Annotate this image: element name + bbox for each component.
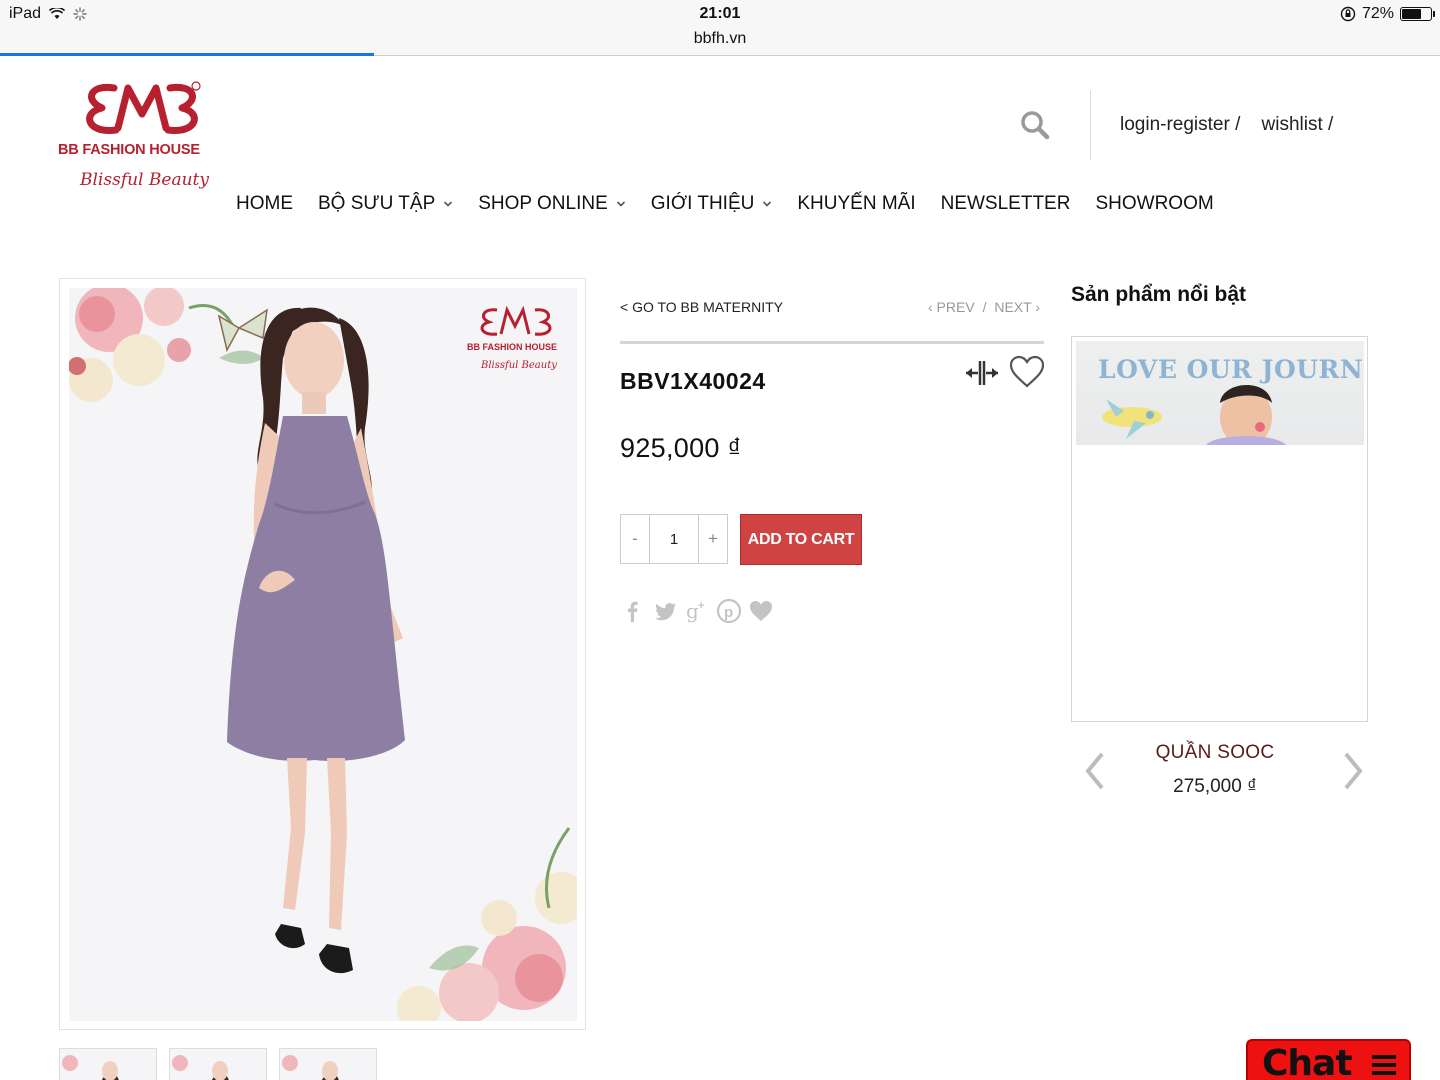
nav-item-label: BỘ SƯU TẬP <box>318 193 436 214</box>
svg-text:BB FASHION HOUSE: BB FASHION HOUSE <box>467 342 557 352</box>
compare-icon[interactable] <box>964 357 1000 389</box>
nav-item-label: SHOWROOM <box>1095 193 1214 214</box>
login-register-link[interactable]: login-register / <box>1120 114 1240 135</box>
nav-item-label: KHUYẾN MÃI <box>797 193 916 214</box>
nav-item[interactable]: SHOP ONLINE <box>478 193 626 215</box>
banner-illustration <box>1102 384 1286 445</box>
product-thumbnail[interactable] <box>279 1048 377 1080</box>
browser-url-bar[interactable]: bbfh.vn <box>0 28 1440 56</box>
svg-text:p: p <box>724 604 733 621</box>
nav-item[interactable]: NEWSLETTER <box>941 193 1071 215</box>
nav-item-label: HOME <box>236 193 293 214</box>
social-share-bar: g + p <box>620 598 774 624</box>
bb-monogram-icon <box>86 81 201 134</box>
quantity-increase-button[interactable]: + <box>699 515 727 563</box>
floral-decoration-bottom <box>397 827 577 1021</box>
svg-text:+: + <box>698 600 704 612</box>
toy-airplane <box>1102 399 1162 439</box>
ios-status-bar: iPad 21:01 72% <box>0 0 1440 28</box>
wishlist-link[interactable]: wishlist / <box>1262 114 1334 135</box>
quantity-input[interactable] <box>649 515 699 563</box>
heart-icon[interactable] <box>748 598 774 624</box>
nav-item[interactable]: BỘ SƯU TẬP <box>318 193 453 215</box>
product-thumbnail[interactable] <box>169 1048 267 1080</box>
twitter-icon[interactable] <box>652 598 678 624</box>
product-sku-title: BBV1X40024 <box>620 368 766 394</box>
battery-icon <box>1400 7 1435 21</box>
page-load-progress <box>0 53 375 56</box>
hamburger-menu-icon <box>1372 1055 1396 1075</box>
featured-product-card[interactable]: LOVE OUR JOURNEY <box>1071 336 1368 722</box>
nav-item[interactable]: SHOWROOM <box>1095 193 1213 215</box>
product-main-image[interactable]: BB FASHION HOUSE Blissful Beauty <box>59 278 586 1030</box>
status-right: 72% <box>1340 5 1435 23</box>
product-price: 925,000 ₫ <box>620 433 742 463</box>
status-time: 21:01 <box>699 5 741 22</box>
chevron-down-icon <box>616 201 625 207</box>
prev-next-separator: / <box>982 299 987 315</box>
heart-outline-icon[interactable] <box>1009 355 1045 389</box>
chat-widget-button[interactable]: Chat <box>1246 1039 1411 1080</box>
chat-label: Chat <box>1262 1043 1353 1080</box>
pinterest-icon[interactable]: p <box>716 598 742 624</box>
featured-products-title: Sản phẩm nổi bật <box>1071 283 1247 306</box>
search-icon[interactable] <box>1018 108 1052 142</box>
chevron-down-icon <box>763 201 772 207</box>
add-to-cart-button[interactable]: ADD TO CART <box>740 514 862 565</box>
featured-banner-image: LOVE OUR JOURNEY <box>1076 341 1364 445</box>
back-to-category-link[interactable]: < GO TO BB MATERNITY <box>620 299 783 315</box>
nav-item[interactable]: GIỚI THIỆU <box>651 193 773 215</box>
nav-item-label: SHOP ONLINE <box>478 193 608 214</box>
model-photo-illustration: BB FASHION HOUSE Blissful Beauty <box>69 288 577 1021</box>
svg-text:Blissful Beauty: Blissful Beauty <box>480 360 557 371</box>
main-navigation: HOME BỘ SƯU TẬP SHOP ONLINE GIỚI THIỆU KHUYẾ… <box>236 193 1239 215</box>
featured-product-name[interactable]: QUẦN SOOC <box>1120 742 1310 764</box>
thumbnail-image <box>172 1055 229 1080</box>
thumbnail-image <box>62 1055 119 1080</box>
chevron-down-icon <box>444 201 453 207</box>
brand-tagline: Blissful Beauty <box>80 170 209 190</box>
quantity-decrease-button[interactable]: - <box>621 515 649 563</box>
product-info-divider <box>620 341 1044 344</box>
product-thumbnails <box>59 1048 377 1080</box>
account-links: login-register / wishlist / <box>1120 114 1333 136</box>
next-product-link[interactable]: NEXT › <box>994 299 1040 315</box>
product-thumbnail[interactable] <box>59 1048 157 1080</box>
prev-next-nav: ‹ PREV / NEXT › <box>928 299 1040 315</box>
photo-watermark-logo: BB FASHION HOUSE Blissful Beauty <box>467 305 557 371</box>
battery-level <box>1402 9 1422 19</box>
thumbnail-image <box>282 1055 339 1080</box>
child-photo <box>1206 384 1286 445</box>
featured-prev-arrow-icon[interactable] <box>1082 748 1108 794</box>
prev-product-link[interactable]: ‹ PREV <box>928 299 975 315</box>
google-plus-icon[interactable]: g + <box>684 598 710 624</box>
header-divider <box>1090 90 1091 160</box>
featured-next-arrow-icon[interactable] <box>1340 748 1366 794</box>
battery-percent: 72% <box>1361 5 1394 22</box>
rotation-lock-icon <box>1340 6 1356 22</box>
floral-decoration-top <box>69 288 264 402</box>
nav-item-label: GIỚI THIỆU <box>650 193 755 214</box>
featured-product-price: 275,000 ₫ <box>1173 776 1257 797</box>
nav-item[interactable]: KHUYẾN MÃI <box>797 193 915 215</box>
brand-name: BB FASHION HOUSE <box>58 142 200 158</box>
nav-item[interactable]: HOME <box>236 193 293 215</box>
quantity-stepper: - + <box>620 514 728 564</box>
site-logo[interactable]: BB FASHION HOUSE Blissful Beauty <box>58 78 213 208</box>
facebook-icon[interactable] <box>620 598 646 624</box>
nav-item-label: NEWSLETTER <box>940 193 1071 214</box>
url-text[interactable]: bbfh.vn <box>0 30 1440 48</box>
product-photo: BB FASHION HOUSE Blissful Beauty <box>69 288 577 1021</box>
